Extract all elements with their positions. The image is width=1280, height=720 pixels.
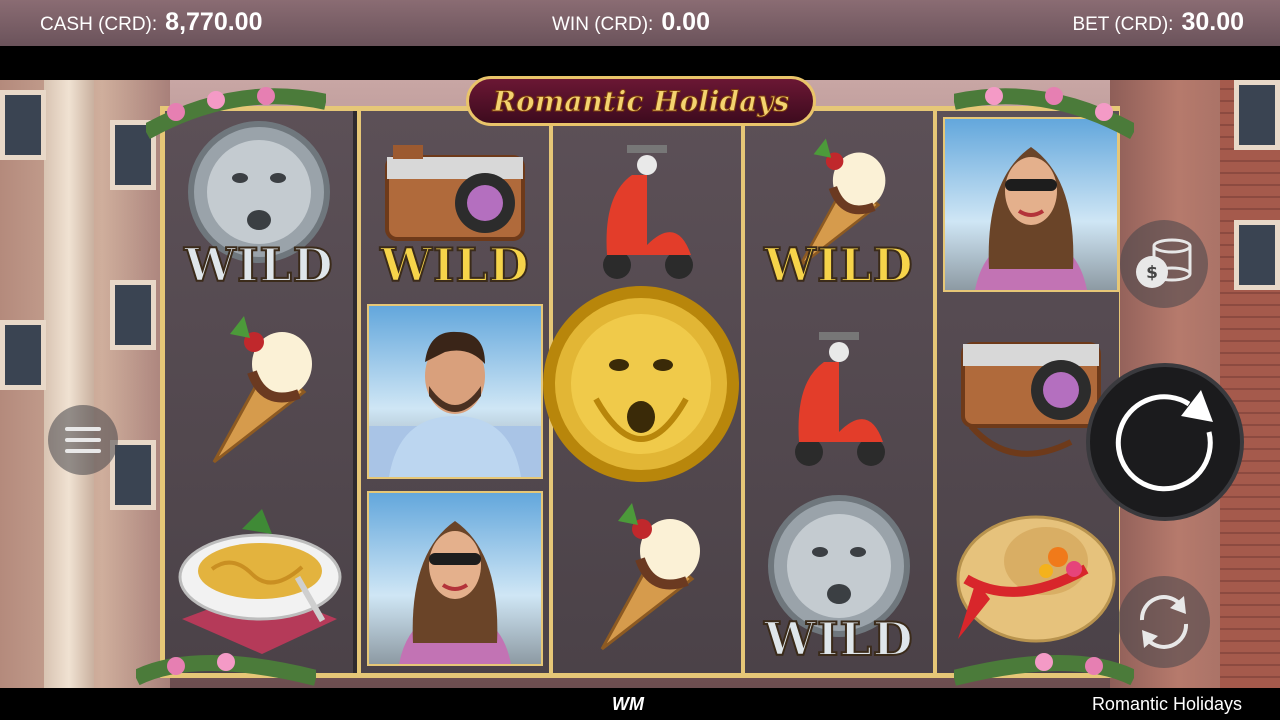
flower-garland-icon [954,653,1134,686]
woman-portrait-card [367,491,543,666]
symbol-vintage-camera-wild: WILD [361,111,549,298]
spin-arrow-icon [1115,390,1213,492]
cash-value: 8,770.00 [165,8,263,36]
window [110,440,156,510]
window [0,90,46,160]
autoplay-icon [1139,595,1189,649]
provider-logo: WM [612,694,644,714]
autoplay-button[interactable] [1118,576,1210,668]
spin-button[interactable] [1086,363,1244,521]
reel-grid: WILD WILD WILD WILD [165,111,1119,673]
left-building [0,80,170,688]
gold-mask-icon [543,286,739,482]
wild-label: WILD [763,237,914,293]
bet-value: 30.00 [1181,8,1244,36]
bet-label: BET (CRD): [1072,14,1174,35]
cash-display: CASH (CRD): 8,770.00 [40,8,263,37]
symbol-red-scooter [745,298,933,485]
woman-portrait-card [943,117,1119,292]
pillar [44,80,94,688]
reel-5 [933,111,1119,673]
symbol-gold-mask [541,279,741,489]
win-value: 0.00 [661,8,710,36]
window [1234,80,1280,150]
win-label: WIN (CRD): [552,14,654,35]
symbol-ice-cream-cone [553,485,741,672]
wild-label: WILD [763,611,914,667]
coin-stack-icon: $ [1136,238,1192,288]
status-bar: CASH (CRD): 8,770.00 WIN (CRD): 0.00 BET… [0,0,1280,46]
hamburger-menu-icon [65,427,101,453]
reel-2: WILD [357,111,549,673]
symbol-red-scooter [553,111,741,298]
reel-frame: WILD WILD WILD WILD [160,106,1120,678]
bet-settings-button[interactable]: $ [1120,220,1208,308]
symbol-ice-cream-cone-wild: WILD [745,111,933,298]
wild-label: WILD [379,237,530,293]
window [0,320,46,390]
symbol-silver-mask-wild: WILD [745,485,933,672]
footer-bar: WM Romantic Holidays [0,688,1280,720]
reel-1: WILD [165,111,353,673]
ice-cream-cone-icon [212,315,312,463]
ice-cream-cone-icon [600,502,700,650]
red-scooter-icon [603,144,693,279]
window [110,280,156,350]
brick-wall [1220,80,1280,688]
win-display: WIN (CRD): 0.00 [552,8,710,37]
man-portrait-card [367,304,543,479]
reel-4: WILD WILD [741,111,933,673]
woman-portrait-icon [399,521,511,664]
game-logo: Romantic Holidays [466,76,816,126]
symbol-woman-portrait [361,485,549,672]
game-scene: WILD WILD WILD WILD $ [0,80,1280,688]
flower-garland-icon [954,87,1134,139]
symbol-ice-cream-cone [165,298,353,485]
wild-label: WILD [183,237,334,293]
flower-garland-icon [146,87,326,139]
menu-button[interactable] [48,405,118,475]
header-divider [0,46,1280,80]
red-scooter-icon [795,331,885,466]
flower-garland-icon [136,653,316,686]
cash-label: CASH (CRD): [40,14,158,35]
bet-display: BET (CRD): 30.00 [1072,8,1244,37]
woman-portrait-icon [975,147,1087,290]
svg-text:$: $ [1146,263,1158,283]
window [1234,220,1280,290]
game-name: Romantic Holidays [1091,694,1242,714]
symbol-man-portrait [361,298,549,485]
man-portrait-icon [369,331,541,477]
